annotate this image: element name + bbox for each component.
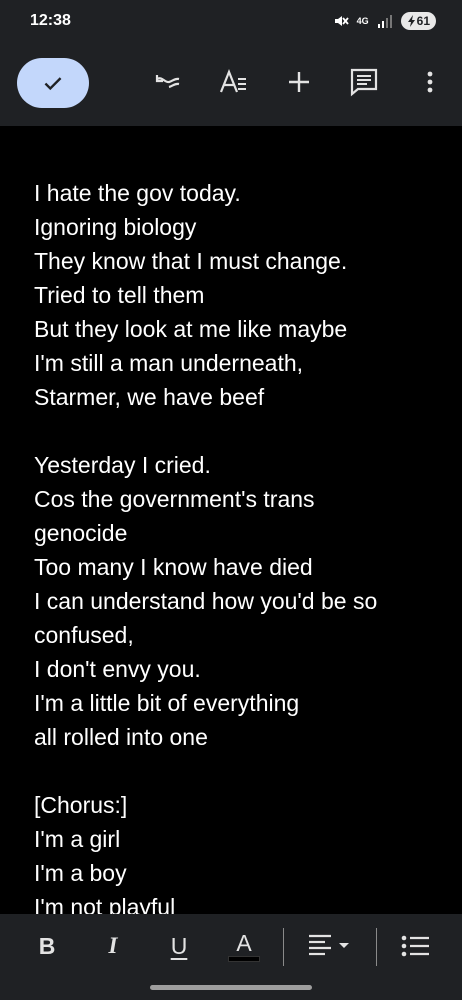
bold-icon: B: [38, 933, 56, 959]
document-line: Cos the government's trans: [34, 486, 315, 512]
home-indicator[interactable]: [150, 985, 312, 990]
document-line: Too many I know have died: [34, 554, 313, 580]
document-line: They know that I must change.: [34, 248, 348, 274]
document-line: I'm a little bit of everything: [34, 690, 300, 716]
document-line: I'm a girl: [34, 826, 121, 852]
document-line: all rolled into one: [34, 724, 208, 750]
document-line: Starmer, we have beef: [34, 384, 265, 410]
status-time: 12:38: [30, 12, 71, 29]
status-icons: 4G 61: [333, 12, 436, 30]
status-bar: 12:38 4G 61: [0, 0, 462, 46]
charging-icon: [407, 15, 415, 27]
document-line: I hate the gov today.: [34, 180, 241, 206]
underline-icon: U: [170, 933, 188, 959]
document-line: confused,: [34, 622, 134, 648]
text-color-icon: A: [236, 930, 252, 956]
format-divider: [283, 928, 284, 966]
more-options-button[interactable]: [415, 67, 445, 97]
document-line: I don't envy you.: [34, 656, 201, 682]
check-icon: [44, 77, 62, 91]
italic-button[interactable]: I: [100, 930, 126, 962]
list-icon: [401, 935, 429, 957]
document-line: [Chorus:]: [34, 792, 128, 818]
document-line: I'm still a man underneath,: [34, 350, 304, 376]
undo-button[interactable]: [153, 67, 183, 97]
comment-icon: [350, 68, 378, 97]
align-icon: [309, 934, 349, 956]
comment-button[interactable]: [349, 67, 379, 97]
document-line: I'm a boy: [34, 860, 127, 886]
document-line: Ignoring biology: [34, 214, 197, 240]
document-line: Yesterday I cried.: [34, 452, 211, 478]
network-label: 4G: [356, 15, 369, 26]
document-line: Tried to tell them: [34, 282, 205, 308]
add-icon: [289, 72, 309, 92]
document-line: But they look at me like maybe: [34, 316, 348, 342]
text-color-swatch: [228, 956, 260, 962]
document-body[interactable]: I hate the gov today. Ignoring biology The…: [0, 126, 462, 914]
editor-toolbar: [0, 46, 462, 126]
underline-button[interactable]: U: [166, 930, 192, 962]
insert-button[interactable]: [284, 67, 314, 97]
undo-icon: [155, 75, 180, 89]
text-format-button[interactable]: [218, 67, 248, 97]
text-color-button[interactable]: A: [228, 930, 260, 962]
battery-level: 61: [416, 14, 430, 28]
document-line: genocide: [34, 520, 128, 546]
text-format-icon: [219, 69, 246, 93]
more-vert-icon: [427, 71, 433, 93]
list-button[interactable]: [398, 930, 432, 962]
document-line: I'm not playful: [34, 894, 176, 914]
format-divider: [376, 928, 377, 966]
signal-icon: [377, 15, 392, 28]
battery-badge: 61: [400, 12, 436, 30]
done-button[interactable]: [17, 58, 89, 108]
italic-icon: I: [108, 933, 118, 958]
document-line: I can understand how you'd be so: [34, 588, 378, 614]
mute-icon: [334, 16, 349, 26]
bold-button[interactable]: B: [34, 930, 60, 962]
align-button[interactable]: [306, 930, 356, 962]
